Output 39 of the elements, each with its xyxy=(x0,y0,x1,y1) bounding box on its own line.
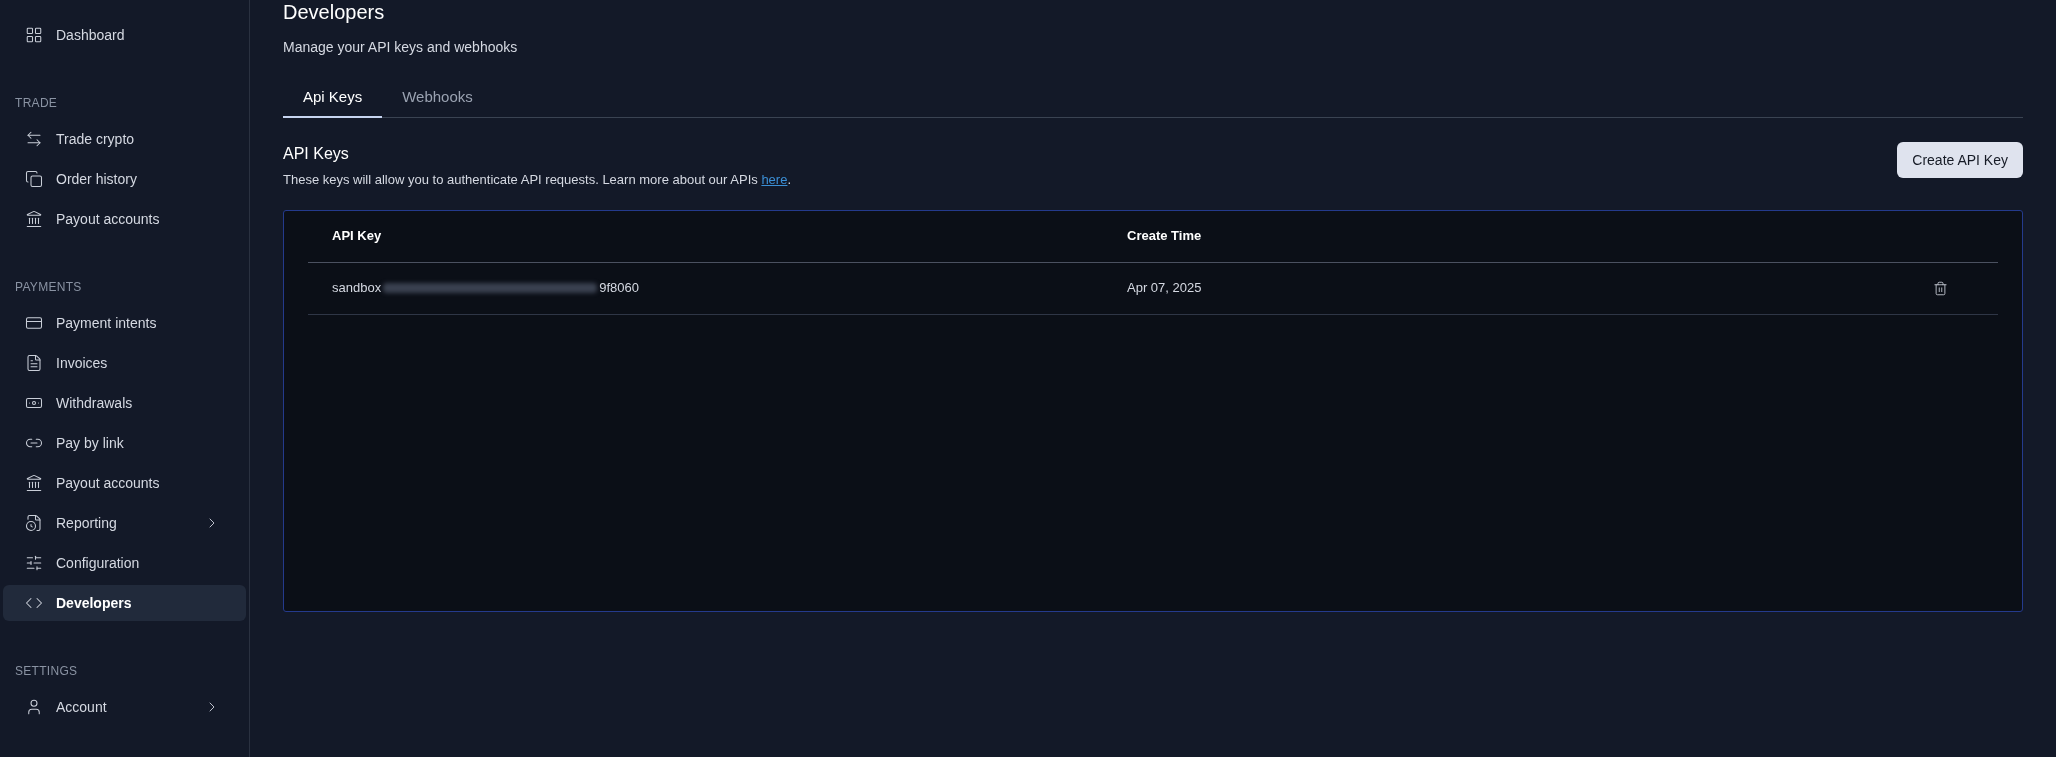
copy-icon xyxy=(25,170,43,188)
page-subtitle: Manage your API keys and webhooks xyxy=(283,38,519,57)
delete-icon[interactable] xyxy=(1933,280,1948,296)
report-icon xyxy=(25,514,43,532)
sidebar-item[interactable]: Payment intents xyxy=(3,305,246,341)
sidebar-item[interactable]: Payout accounts xyxy=(3,465,246,501)
document-icon xyxy=(25,354,43,372)
user-icon xyxy=(25,698,43,716)
section-title: SETTINGS xyxy=(14,663,79,680)
key-suffix: 9f8060 xyxy=(599,279,639,298)
swap-arrows-icon xyxy=(25,130,43,148)
create-api-key-button[interactable]: Create API Key xyxy=(1897,142,2023,178)
tab[interactable]: Webhooks xyxy=(382,78,493,118)
section-title: PAYMENTS xyxy=(14,279,83,296)
bank-icon xyxy=(25,210,43,228)
dashboard-icon xyxy=(25,26,43,44)
page-title: Developers xyxy=(283,0,386,24)
sidebar-item[interactable]: Pay by link xyxy=(3,425,246,461)
section-heading: API Keys xyxy=(283,144,350,164)
sidebar-item[interactable]: Payout accounts xyxy=(3,201,246,237)
bank-icon xyxy=(25,474,43,492)
card-icon xyxy=(25,314,43,332)
section-description: These keys will allow you to authenticate API requests. Learn more about our APIs here. xyxy=(283,171,792,189)
sliders-icon xyxy=(25,554,43,572)
sidebar-item[interactable]: Dashboard xyxy=(3,17,246,53)
tab[interactable]: Api Keys xyxy=(283,78,383,118)
key-prefix: sandbox xyxy=(332,279,382,298)
table-cell-text: Apr 07, 2025 xyxy=(1127,279,1203,298)
sidebar-item[interactable]: Developers xyxy=(3,585,246,621)
sidebar-item[interactable]: Invoices xyxy=(3,345,246,381)
sidebar-item[interactable]: Configuration xyxy=(3,545,246,581)
column-header: API Key xyxy=(332,227,383,246)
sidebar-item[interactable]: Reporting xyxy=(3,505,246,541)
column-header: Create Time xyxy=(1127,227,1202,246)
section-title: TRADE xyxy=(14,95,59,112)
sidebar-item[interactable]: Account xyxy=(3,689,246,725)
sidebar-item[interactable]: Order history xyxy=(3,161,246,197)
sidebar-item[interactable]: Withdrawals xyxy=(3,385,246,421)
sidebar-item[interactable]: Trade crypto xyxy=(3,121,246,157)
